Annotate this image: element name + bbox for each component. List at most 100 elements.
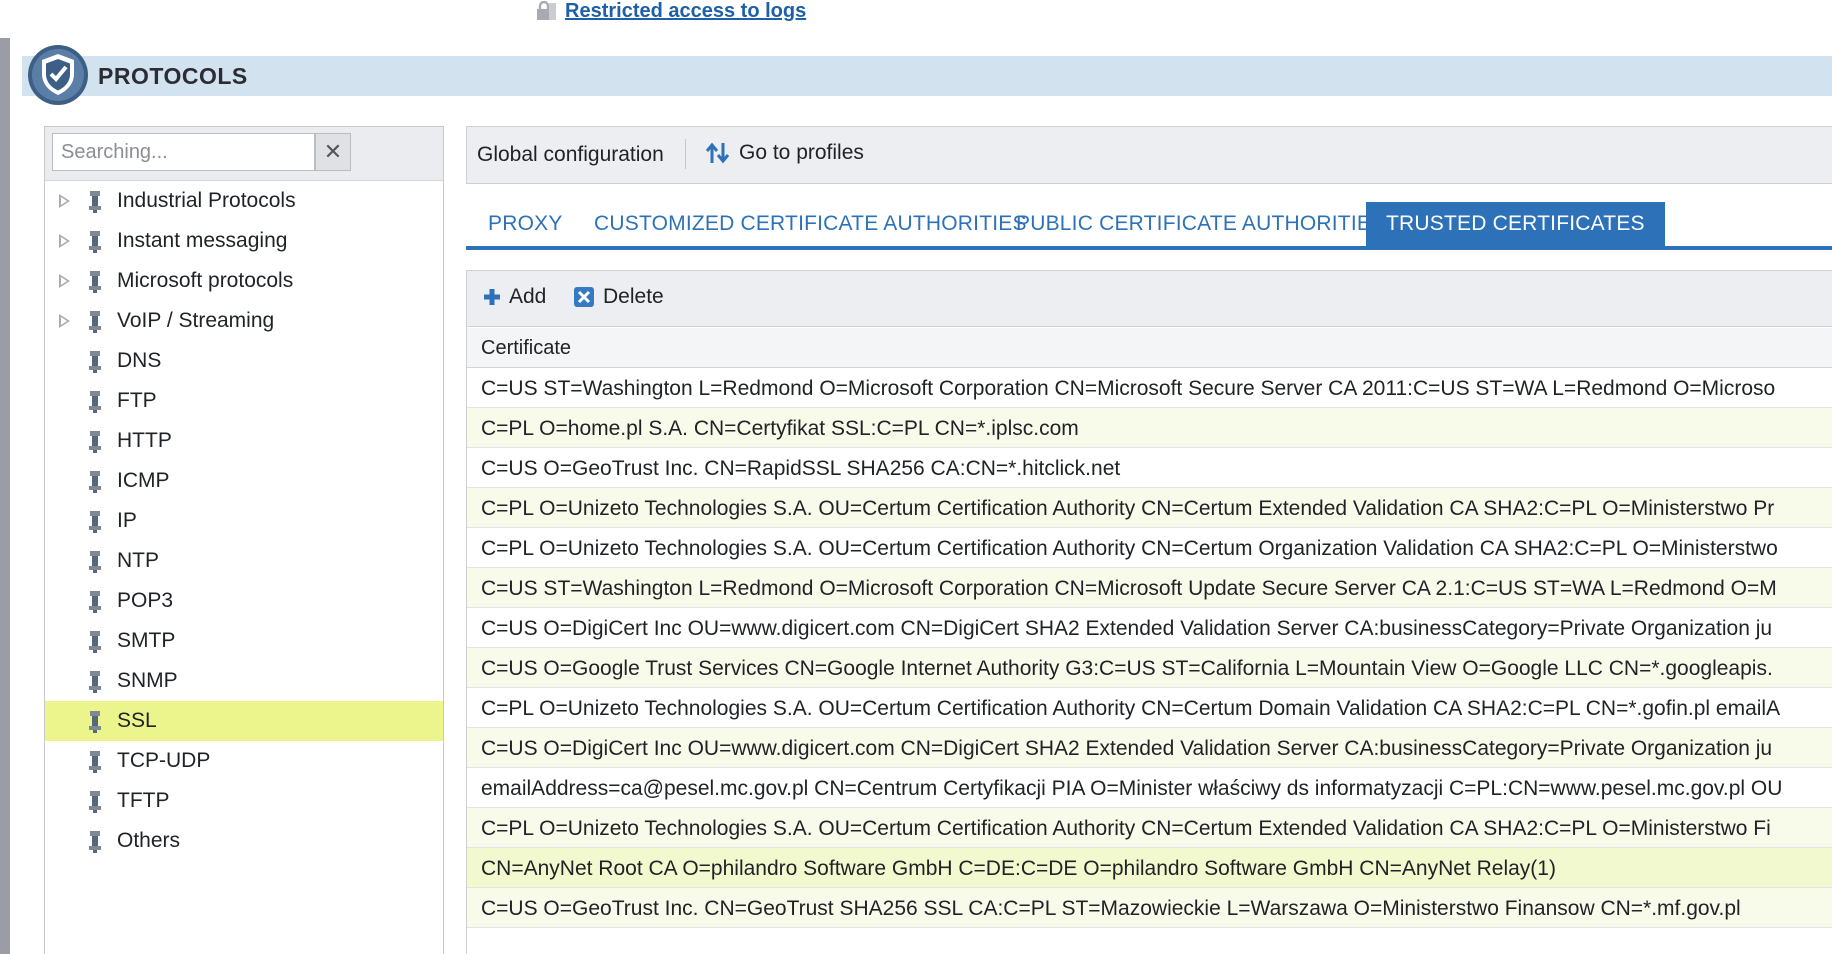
tab-public-certificate-authorities[interactable]: PUBLIC CERTIFICATE AUTHORITIES: [1016, 202, 1385, 246]
delete-label: Delete: [603, 285, 664, 308]
tree-item-label: Others: [117, 829, 181, 852]
shield-icon: [28, 45, 88, 105]
tab-bar: PROXY CUSTOMIZED CERTIFICATE AUTHORITIES…: [466, 202, 1832, 250]
tab-proxy[interactable]: PROXY: [488, 202, 563, 246]
table-row[interactable]: C=US ST=Washington L=Redmond O=Microsoft…: [467, 368, 1832, 408]
certificate-cell: C=PL O=Unizeto Technologies S.A. OU=Cert…: [481, 537, 1778, 560]
plug-icon: [89, 231, 101, 253]
certificate-cell: emailAddress=ca@pesel.mc.gov.pl CN=Centr…: [481, 777, 1783, 800]
tree-item-label: POP3: [117, 589, 174, 612]
tree-item-dns[interactable]: DNS: [45, 341, 443, 381]
certificate-cell: C=US O=GeoTrust Inc. CN=RapidSSL SHA256 …: [481, 457, 1121, 480]
expand-arrow-icon[interactable]: [59, 274, 70, 288]
tree-item-ssl[interactable]: SSL: [45, 701, 443, 741]
tree-item-voip-streaming[interactable]: VoIP / Streaming: [45, 301, 443, 341]
table-row[interactable]: C=US O=Google Trust Services CN=Google I…: [467, 648, 1832, 688]
plug-icon: [89, 431, 101, 453]
expand-arrow-icon[interactable]: [59, 194, 70, 208]
tree-item-ip[interactable]: IP: [45, 501, 443, 541]
tree-item-pop3[interactable]: POP3: [45, 581, 443, 621]
column-header-label: Certificate: [481, 337, 572, 359]
toolbar-separator: [685, 139, 686, 169]
tree-item-label: FTP: [117, 389, 157, 412]
tree-item-ftp[interactable]: FTP: [45, 381, 443, 421]
tree-item-icmp[interactable]: ICMP: [45, 461, 443, 501]
clear-search-button[interactable]: ✕: [315, 133, 351, 171]
table-row[interactable]: emailAddress=ca@pesel.mc.gov.pl CN=Centr…: [467, 768, 1832, 808]
tab-customized-certificate-authorities[interactable]: CUSTOMIZED CERTIFICATE AUTHORITIES: [594, 202, 1027, 246]
page-title: PROTOCOLS: [98, 62, 248, 89]
add-label: Add: [509, 285, 547, 308]
plug-icon: [89, 591, 101, 613]
tree-item-tftp[interactable]: TFTP: [45, 781, 443, 821]
certificate-cell: C=US O=Google Trust Services CN=Google I…: [481, 657, 1773, 680]
certificate-cell: C=US ST=Washington L=Redmond O=Microsoft…: [481, 377, 1776, 400]
plus-icon: [484, 289, 500, 305]
certificate-cell: C=US ST=Washington L=Redmond O=Microsoft…: [481, 577, 1777, 600]
plug-icon: [89, 551, 101, 573]
add-button[interactable]: Add: [483, 285, 546, 309]
table-row[interactable]: C=PL O=Unizeto Technologies S.A. OU=Cert…: [467, 688, 1832, 728]
restricted-access-logs-link[interactable]: Restricted access to logs: [565, 0, 806, 23]
delete-button[interactable]: Delete: [573, 285, 664, 309]
restricted-logs-link-wrap: Restricted access to logs: [535, 0, 806, 22]
certificate-column-header[interactable]: Certificate: [467, 328, 1832, 368]
tree-item-ntp[interactable]: NTP: [45, 541, 443, 581]
config-toolbar: Global configuration Go to profiles: [466, 126, 1832, 184]
plug-icon: [89, 671, 101, 693]
left-edge-strip: [0, 38, 10, 954]
tree-item-label: Microsoft protocols: [117, 269, 294, 292]
table-row[interactable]: C=US O=DigiCert Inc OU=www.digicert.com …: [467, 728, 1832, 768]
swap-arrows-icon: [705, 142, 730, 164]
search-input[interactable]: [52, 133, 315, 171]
plug-icon: [89, 271, 101, 293]
tree-item-snmp[interactable]: SNMP: [45, 661, 443, 701]
tree-item-label: IP: [117, 509, 137, 532]
table-row[interactable]: C=PL O=Unizeto Technologies S.A. OU=Cert…: [467, 488, 1832, 528]
tree-item-label: Instant messaging: [117, 229, 288, 252]
tree-item-label: TFTP: [117, 789, 170, 812]
tree-item-tcp-udp[interactable]: TCP-UDP: [45, 741, 443, 781]
tree-item-http[interactable]: HTTP: [45, 421, 443, 461]
plug-icon: [89, 751, 101, 773]
global-configuration-button[interactable]: Global configuration: [477, 143, 664, 167]
certificate-cell: C=US O=DigiCert Inc OU=www.digicert.com …: [481, 617, 1773, 640]
protocol-tree: Industrial Protocols Instant messaging Mic…: [45, 181, 443, 861]
plug-icon: [89, 831, 101, 853]
lock-icon: [537, 1, 556, 20]
table-row[interactable]: C=PL O=Unizeto Technologies S.A. OU=Cert…: [467, 528, 1832, 568]
tree-item-industrial-protocols[interactable]: Industrial Protocols: [45, 181, 443, 221]
plug-icon: [89, 351, 101, 373]
certificate-cell: C=US O=GeoTrust Inc. CN=GeoTrust SHA256 …: [481, 897, 1741, 920]
certificate-rows: C=US ST=Washington L=Redmond O=Microsoft…: [467, 368, 1832, 928]
table-row[interactable]: C=US O=DigiCert Inc OU=www.digicert.com …: [467, 608, 1832, 648]
table-row[interactable]: C=US O=GeoTrust Inc. CN=GeoTrust SHA256 …: [467, 888, 1832, 928]
tree-item-others[interactable]: Others: [45, 821, 443, 861]
tree-item-label: HTTP: [117, 429, 172, 452]
tree-item-microsoft-protocols[interactable]: Microsoft protocols: [45, 261, 443, 301]
expand-arrow-icon[interactable]: [59, 234, 70, 248]
tree-item-label: Industrial Protocols: [117, 189, 296, 212]
table-row[interactable]: C=US O=GeoTrust Inc. CN=RapidSSL SHA256 …: [467, 448, 1832, 488]
table-row[interactable]: C=PL O=Unizeto Technologies S.A. OU=Cert…: [467, 808, 1832, 848]
tree-item-label: DNS: [117, 349, 162, 372]
certificate-cell: C=PL O=Unizeto Technologies S.A. OU=Cert…: [481, 697, 1781, 720]
tab-trusted-certificates[interactable]: TRUSTED CERTIFICATES: [1366, 202, 1665, 246]
certificate-grid: Add Delete Certificate C=US ST=Washingto…: [466, 270, 1832, 954]
tree-item-label: SMTP: [117, 629, 176, 652]
certificate-cell: C=PL O=home.pl S.A. CN=Certyfikat SSL:C=…: [481, 417, 1079, 440]
go-to-profiles-button[interactable]: Go to profiles: [705, 141, 864, 165]
protocol-tree-panel: ✕ Industrial Protocols Instant messaging M…: [44, 126, 444, 954]
tree-item-instant-messaging[interactable]: Instant messaging: [45, 221, 443, 261]
plug-icon: [89, 311, 101, 333]
table-row[interactable]: CN=AnyNet Root CA O=philandro Software G…: [467, 848, 1832, 888]
plug-icon: [89, 191, 101, 213]
certificate-cell: C=PL O=Unizeto Technologies S.A. OU=Cert…: [481, 497, 1775, 520]
table-row[interactable]: C=US ST=Washington L=Redmond O=Microsoft…: [467, 568, 1832, 608]
tree-item-smtp[interactable]: SMTP: [45, 621, 443, 661]
go-to-profiles-label: Go to profiles: [739, 141, 864, 164]
table-row[interactable]: C=PL O=home.pl S.A. CN=Certyfikat SSL:C=…: [467, 408, 1832, 448]
expand-arrow-icon[interactable]: [59, 314, 70, 328]
plug-icon: [89, 511, 101, 533]
plug-icon: [89, 711, 101, 733]
